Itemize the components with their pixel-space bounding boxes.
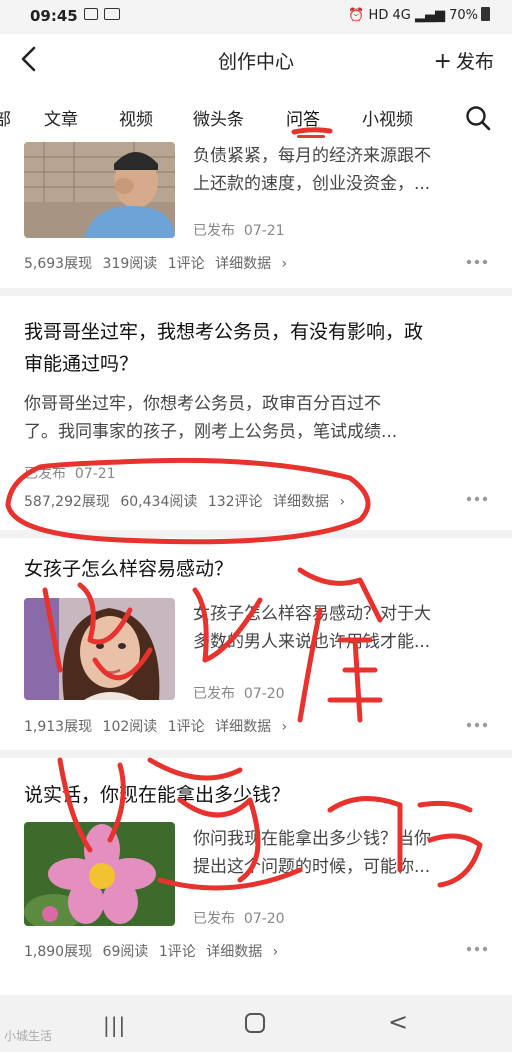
home-icon[interactable] [245, 1013, 265, 1033]
battery-level: 70% [449, 8, 478, 23]
battery-icon [481, 7, 490, 21]
snippet-line: 女孩子怎么样容易感动？对于大 [193, 604, 431, 624]
publish-date: 07-21 [74, 466, 116, 482]
system-nav-bar: ||| < [0, 995, 512, 1052]
gallery-icon [84, 8, 98, 20]
publish-date: 07-20 [243, 686, 285, 702]
divider [0, 288, 512, 296]
tab-all[interactable]: 部 [0, 105, 11, 130]
publish-status: 已发布 [24, 466, 66, 482]
tab-bar: 部 文章 视频 微头条 问答 小视频 [0, 94, 512, 142]
comments-count: 132评论 [207, 494, 263, 510]
item-stats: 5,693展现 319阅读 1评论 详细数据 › [24, 253, 293, 273]
thumbnail-flower [24, 822, 175, 926]
snippet-line: 你哥哥坐过牢，你想考公务员，政审百分百过不 [24, 394, 381, 414]
app-notification-icon [104, 8, 120, 20]
publish-status: 已发布 [193, 686, 235, 702]
item-snippet: 女孩子怎么样容易感动？对于大 多数的男人来说也许用钱才能... [193, 600, 431, 656]
detail-label: 详细数据 [215, 256, 272, 272]
reads-count: 60,434阅读 [120, 494, 198, 510]
item-meta: 已发布 07-20 [193, 683, 285, 703]
detail-label: 详细数据 [206, 944, 263, 960]
detail-data-link[interactable]: 详细数据 › [215, 719, 287, 735]
alarm-icon: ⏰ [348, 8, 365, 23]
item-meta: 已发布 07-21 [193, 220, 285, 240]
detail-data-link[interactable]: 详细数据 › [206, 944, 278, 960]
item-title: 我哥哥坐过牢，我想考公务员，有没有影响，政 审能通过吗？ [24, 316, 494, 380]
views-count: 587,292展现 [24, 494, 110, 510]
recent-apps-icon[interactable]: ||| [103, 1013, 126, 1037]
comments-count: 1评论 [167, 256, 205, 272]
detail-label: 详细数据 [273, 494, 329, 510]
divider [0, 750, 512, 758]
snippet-line: 负债紧紧，每月的经济来源跟不 [193, 146, 431, 166]
divider [0, 530, 512, 538]
reads-count: 69阅读 [102, 944, 149, 960]
item-snippet: 你哥哥坐过牢，你想考公务员，政审百分百过不 了。我同事家的孩子，刚考上公务员，笔… [24, 390, 397, 446]
item-snippet: 你问我现在能拿出多少钱？当你 提出这个问题的时候，可能你... [193, 825, 431, 881]
signal-text: HD 4G [368, 8, 411, 23]
reads-count: 319阅读 [102, 256, 158, 272]
snippet-line: 提出这个问题的时候，可能你... [193, 857, 431, 877]
item-meta: 已发布 07-20 [193, 908, 285, 928]
more-options-icon[interactable] [466, 946, 488, 952]
status-right: ⏰ HD 4G ▂▄▆ 70% [348, 7, 490, 23]
publish-status: 已发布 [193, 911, 235, 927]
views-count: 1,890展现 [24, 944, 93, 960]
snippet-line: 多数的男人来说也许用钱才能... [193, 632, 431, 652]
item-stats: 587,292展现 60,434阅读 132评论 详细数据 › [24, 491, 351, 511]
status-time: 09:45 [30, 7, 78, 25]
publish-button[interactable]: + 发布 [434, 47, 494, 74]
publish-status: 已发布 [193, 223, 235, 239]
tab-qa[interactable]: 问答 [286, 105, 320, 130]
publish-date: 07-20 [243, 911, 285, 927]
comments-count: 1评论 [158, 944, 196, 960]
more-options-icon[interactable] [466, 496, 488, 502]
publish-label: 发布 [455, 51, 494, 73]
tab-articles[interactable]: 文章 [44, 105, 78, 130]
thumbnail-man [24, 142, 175, 238]
snippet-line: 上还款的速度，创业没资金，... [193, 174, 431, 194]
views-count: 1,913展现 [24, 719, 93, 735]
publish-date: 07-21 [243, 223, 285, 239]
detail-label: 详细数据 [215, 719, 272, 735]
active-tab-indicator [297, 135, 325, 138]
snippet-line: 了。我同事家的孩子，刚考上公务员，笔试成绩... [24, 422, 398, 442]
snippet-line: 你问我现在能拿出多少钱？当你 [193, 829, 431, 849]
tab-videos[interactable]: 视频 [119, 105, 153, 130]
detail-data-link[interactable]: 详细数据 › [215, 256, 287, 272]
item-snippet: 负债紧紧，每月的经济来源跟不 上还款的速度，创业没资金，... [193, 142, 431, 198]
comments-count: 1评论 [167, 719, 205, 735]
tab-short-videos[interactable]: 小视频 [362, 105, 413, 130]
app-header: 创作中心 + 发布 [0, 34, 512, 86]
item-stats: 1,890展现 69阅读 1评论 详细数据 › [24, 941, 284, 961]
item-title: 说实话，你现在能拿出多少钱？ [24, 784, 291, 806]
title-line: 审能通过吗？ [24, 353, 139, 375]
more-options-icon[interactable] [466, 722, 488, 728]
search-icon[interactable] [464, 104, 492, 132]
views-count: 5,693展现 [24, 256, 93, 272]
status-bar: 09:45 ⏰ HD 4G ▂▄▆ 70% [0, 0, 512, 34]
thumbnail-girl [24, 598, 175, 700]
watermark: 小城生活 [4, 1029, 53, 1043]
signal-icon: ▂▄▆ [414, 8, 445, 23]
reads-count: 102阅读 [102, 719, 158, 735]
detail-data-link[interactable]: 详细数据 › [273, 494, 345, 510]
more-options-icon[interactable] [466, 259, 488, 265]
nav-back-icon[interactable]: < [388, 1008, 408, 1036]
item-title: 女孩子怎么样容易感动？ [24, 558, 234, 580]
plus-icon: + [433, 49, 452, 74]
item-stats: 1,913展现 102阅读 1评论 详细数据 › [24, 716, 293, 736]
title-line: 我哥哥坐过牢，我想考公务员，有没有影响，政 [24, 321, 424, 343]
tab-micro-posts[interactable]: 微头条 [193, 105, 244, 130]
item-meta: 已发布 07-21 [24, 463, 116, 483]
